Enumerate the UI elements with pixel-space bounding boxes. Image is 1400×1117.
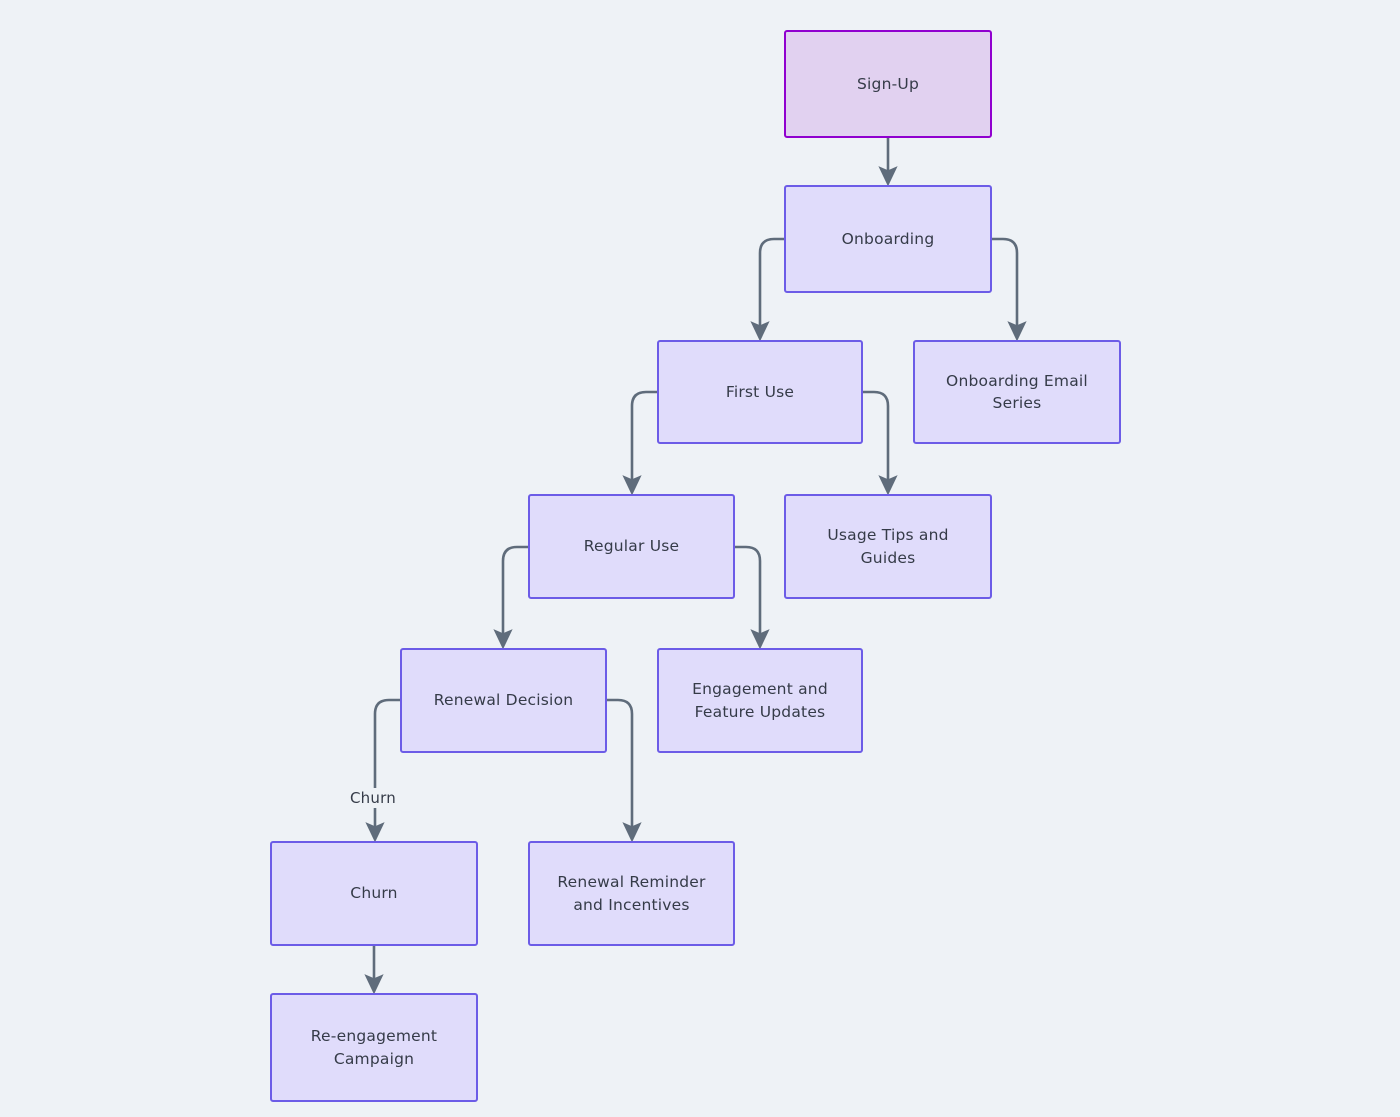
edge-firstuse-to-regularuse — [622, 390, 657, 496]
edge-renewal-to-reminder — [607, 698, 642, 843]
node-label-churn: Churn — [350, 884, 398, 903]
node-label-renewal: Renewal Decision — [433, 691, 574, 710]
node-churn[interactable]: Churn — [270, 841, 478, 946]
node-label-regularuse: Regular Use — [583, 537, 680, 556]
edge-firstuse-to-usagetips — [863, 390, 898, 496]
edge-onboarding-to-emailseries — [992, 237, 1027, 342]
edge-label-churn: Churn — [346, 788, 400, 808]
flowchart-canvas: Sign-Up Onboarding First Use Onboarding Ema… — [0, 0, 1400, 1117]
node-label-reminder: Renewal Reminder and Incentives — [557, 873, 706, 914]
node-label-onboarding: Onboarding — [841, 229, 935, 248]
edge-regularuse-to-renewal — [493, 545, 528, 650]
node-firstuse[interactable]: First Use — [657, 340, 863, 444]
node-label-reengage: Re-engagement Campaign — [310, 1027, 438, 1068]
node-onboarding[interactable]: Onboarding — [784, 185, 992, 293]
node-label-signup: Sign-Up — [857, 74, 919, 93]
node-emailseries[interactable]: Onboarding Email Series — [913, 340, 1121, 444]
node-signup[interactable]: Sign-Up — [784, 30, 992, 138]
edge-renewal-to-churn — [365, 698, 400, 843]
node-renewal[interactable]: Renewal Decision — [400, 648, 607, 753]
node-label-firstuse: First Use — [725, 382, 795, 401]
node-reminder[interactable]: Renewal Reminder and Incentives — [528, 841, 735, 946]
node-regularuse[interactable]: Regular Use — [528, 494, 735, 599]
node-label-engagement: Engagement and Feature Updates — [692, 680, 828, 721]
node-reengage[interactable]: Re-engagement Campaign — [270, 993, 478, 1102]
node-engagement[interactable]: Engagement and Feature Updates — [657, 648, 863, 753]
node-label-usagetips: Usage Tips and Guides — [827, 526, 949, 567]
edge-onboarding-to-firstuse — [750, 237, 784, 342]
node-usagetips[interactable]: Usage Tips and Guides — [784, 494, 992, 599]
edge-regularuse-to-engagement — [735, 545, 770, 650]
node-label-emailseries: Onboarding Email Series — [946, 371, 1088, 412]
